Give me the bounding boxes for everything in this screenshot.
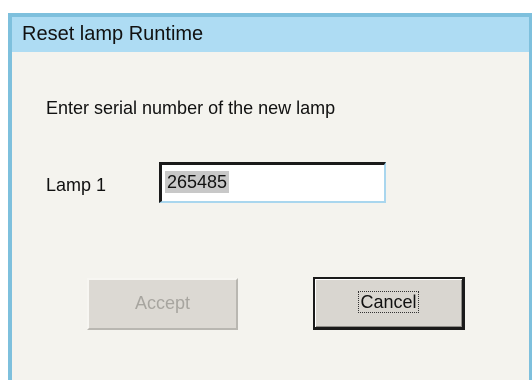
instruction-text: Enter serial number of the new lamp [46,98,336,118]
title-bar[interactable]: Reset lamp Runtime [12,17,529,52]
accept-button-label: Accept [134,293,191,313]
lamp-1-label: Lamp 1 [46,175,107,195]
cancel-button[interactable]: Cancel [313,277,465,330]
reset-lamp-dialog: Reset lamp Runtime Enter serial number o… [8,13,532,380]
cancel-button-label: Cancel [358,291,419,313]
accept-button[interactable]: Accept [87,278,238,330]
serial-number-value: 265485 [165,171,230,193]
serial-number-input[interactable]: 265485 [159,162,386,203]
dialog-title: Reset lamp Runtime [22,23,204,45]
